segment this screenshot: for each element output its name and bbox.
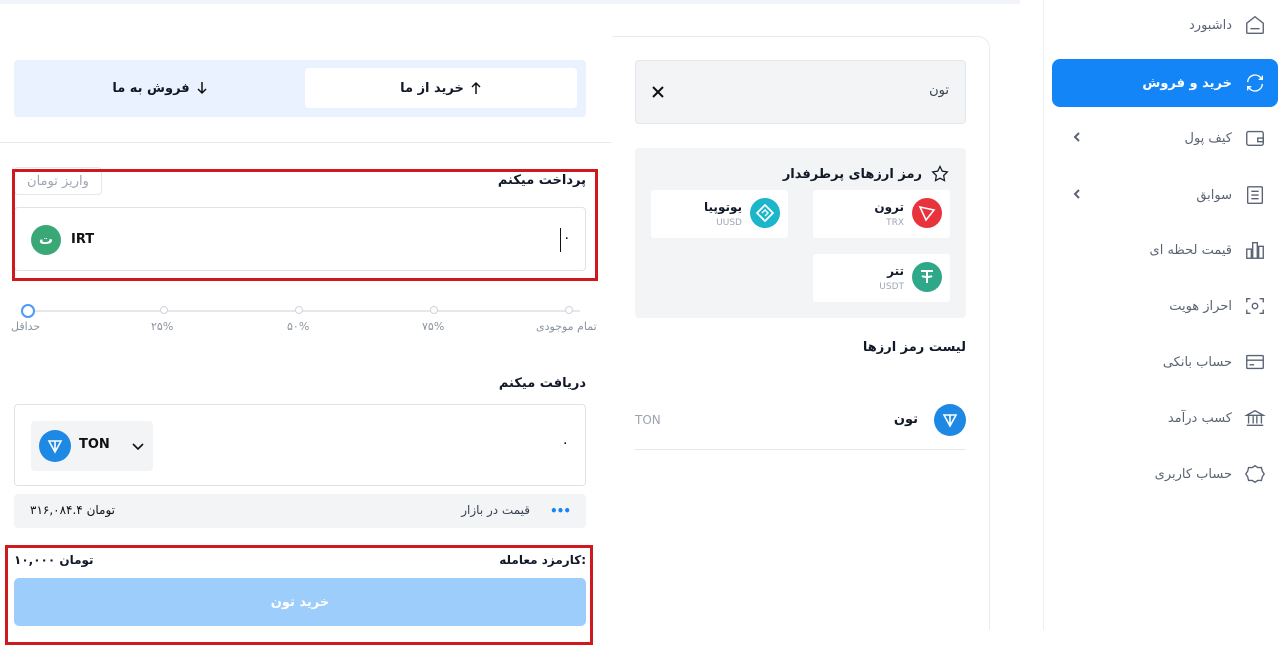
coin-list-title: لیست رمز ارزها [862, 340, 966, 355]
tether-logo-icon [912, 262, 942, 292]
sidebar-item-bank-account[interactable]: حساب بانکی [1052, 342, 1278, 382]
page-root: داشبورد خرید و فروش کیف پول سوابق قیمت ل… [0, 0, 1288, 648]
close-icon[interactable] [652, 86, 664, 98]
amount-slider-handle[interactable] [21, 304, 35, 318]
slider-step-dot[interactable] [565, 306, 573, 314]
highlight-box [12, 169, 598, 281]
receive-label: دریافت میکنم [498, 376, 586, 391]
sidebar-item-history[interactable]: سوابق [1052, 175, 1278, 215]
star-icon [931, 165, 949, 182]
favorites-title: رمز ارزهای پرطرفدار [783, 164, 950, 184]
utopia-logo-icon [750, 198, 780, 228]
sidebar-item-trade[interactable]: خرید و فروش [1052, 59, 1278, 107]
coin-symbol: USDT [879, 282, 904, 292]
slider-step-dot[interactable] [160, 306, 168, 314]
sidebar-item-label: قیمت لحظه ای [1149, 242, 1232, 258]
sidebar-item-label: احراز هویت [1169, 298, 1232, 314]
sidebar-item-account[interactable]: حساب کاربری [1052, 454, 1278, 494]
market-price-label: قیمت در بازار [461, 503, 530, 517]
sidebar-item-label: حساب بانکی [1162, 354, 1232, 370]
scan-icon [1242, 293, 1268, 319]
sidebar-item-label: خرید و فروش [1142, 75, 1232, 91]
card-icon [1242, 349, 1268, 375]
market-price-value: ۳۱۶,۰۸۴.۴ تومان [30, 503, 115, 517]
sidebar-item-verification[interactable]: احراز هویت [1052, 286, 1278, 326]
more-dots-icon: ••• [549, 504, 571, 518]
slider-step-dot[interactable] [430, 306, 438, 314]
chevron-left-icon[interactable] [1070, 130, 1084, 148]
sidebar-item-label: سوابق [1196, 187, 1232, 203]
slider-label: تمام موجودی [536, 320, 597, 333]
slider-label: ۷۵% [422, 320, 445, 333]
sidebar-item-dashboard[interactable]: داشبورد [1052, 5, 1278, 45]
arrow-down-icon [197, 82, 207, 95]
coin-name: ترون [874, 200, 904, 214]
chevron-left-icon[interactable] [1070, 187, 1084, 205]
favorites-panel: رمز ارزهای پرطرفدار ترون TRX یوتوپیا UUS… [635, 148, 966, 318]
favorites-title-text: رمز ارزهای پرطرفدار [782, 166, 922, 182]
tab-buy-label: خرید از ما [400, 80, 464, 96]
sidebar-item-earn[interactable]: کسب درآمد [1052, 398, 1278, 438]
coin-list-row[interactable]: تون TON [635, 398, 966, 450]
sidebar-item-label: داشبورد [1189, 17, 1232, 33]
slider-step-dot[interactable] [295, 306, 303, 314]
sidebar-item-label: کسب درآمد [1167, 410, 1232, 426]
user-shape-icon [1242, 461, 1268, 487]
ton-logo-icon [934, 404, 966, 436]
chevron-down-icon [132, 443, 144, 451]
search-value: تون [929, 83, 949, 98]
coin-name: تون [893, 412, 918, 427]
receive-amount-field[interactable]: ۰ TON [14, 404, 586, 486]
receive-currency: TON [79, 437, 110, 452]
bank-icon [1242, 405, 1268, 431]
slider-label: حداقل [11, 320, 41, 333]
ton-logo-icon [39, 430, 71, 462]
tab-sell[interactable]: فروش به ما [24, 68, 296, 108]
market-price-bar: ۳۱۶,۰۸۴.۴ تومان قیمت در بازار ••• [14, 494, 586, 528]
sidebar-item-label: کیف پول [1184, 130, 1232, 146]
trade-tabs: خرید از ما فروش به ما [14, 60, 586, 117]
coin-name: تتر [887, 264, 904, 278]
slider-label: ۵۰% [287, 320, 310, 333]
section-divider [0, 142, 612, 143]
tab-sell-label: فروش به ما [112, 80, 190, 96]
favorite-coin-card[interactable]: تتر USDT [813, 254, 950, 302]
highlight-box [5, 545, 593, 645]
tab-buy[interactable]: خرید از ما [305, 68, 577, 108]
coin-symbol: UUSD [716, 218, 742, 228]
coin-symbol: TON [635, 413, 661, 427]
sidebar-item-label: حساب کاربری [1154, 466, 1232, 482]
amount-slider-track[interactable] [28, 310, 580, 312]
home-icon [1242, 12, 1268, 38]
slider-label: ۲۵% [151, 320, 174, 333]
coin-search-input[interactable]: تون [635, 60, 966, 124]
wallet-icon [1242, 125, 1268, 151]
coin-panel [612, 36, 990, 630]
exchange-icon [1242, 70, 1268, 96]
receive-amount-value: ۰ [561, 435, 569, 451]
arrow-up-icon [471, 81, 481, 94]
coin-symbol: TRX [886, 218, 904, 228]
sidebar: داشبورد خرید و فروش کیف پول سوابق قیمت ل… [1043, 0, 1288, 630]
favorite-coin-card[interactable]: ترون TRX [813, 190, 950, 238]
top-strip [0, 0, 1020, 4]
sidebar-item-wallet[interactable]: کیف پول [1052, 118, 1278, 158]
favorite-coin-card[interactable]: یوتوپیا UUSD [651, 190, 788, 238]
chart-icon [1242, 237, 1268, 263]
history-icon [1242, 182, 1268, 208]
sidebar-item-prices[interactable]: قیمت لحظه ای [1052, 230, 1278, 270]
coin-name: یوتوپیا [704, 200, 742, 214]
receive-currency-select[interactable]: TON [31, 421, 153, 471]
tron-logo-icon [912, 198, 942, 228]
